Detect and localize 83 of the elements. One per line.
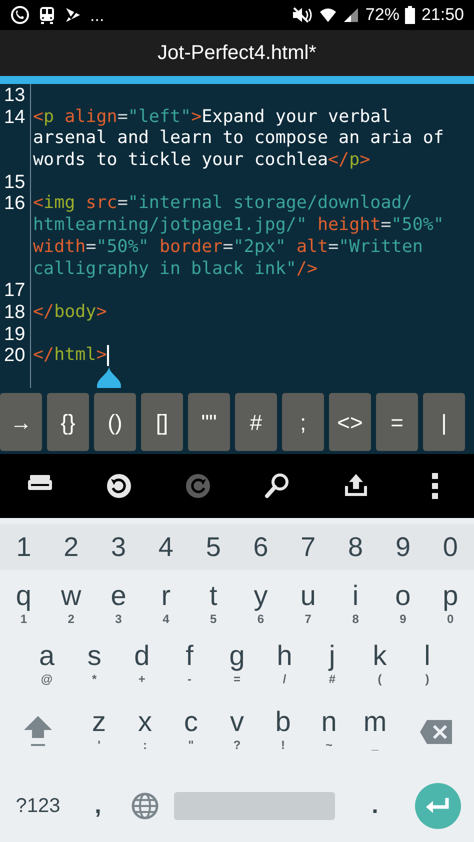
enter-icon: [425, 796, 451, 816]
letter-key[interactable]: c ": [168, 702, 214, 752]
letter-key[interactable]: l ): [404, 636, 452, 702]
letter-key[interactable]: m _: [352, 702, 398, 752]
globe-icon: [131, 792, 159, 820]
number-key[interactable]: 9: [379, 524, 427, 570]
symbol-key[interactable]: →: [0, 393, 42, 451]
symbol-key[interactable]: =: [376, 393, 418, 451]
overflow-indicator: ...: [90, 6, 104, 24]
window-title: Jot-Perfect4.html*: [158, 41, 316, 66]
mute-icon: [291, 6, 314, 24]
clock: 21:50: [421, 4, 464, 26]
cursor-handle-icon: [94, 366, 123, 388]
letter-key[interactable]: e 3: [94, 576, 142, 636]
line-number: 19: [3, 324, 26, 346]
symbols-key[interactable]: ?123: [0, 791, 76, 821]
symbol-key[interactable]: (): [94, 393, 136, 451]
line-number: 17: [3, 280, 26, 302]
comma-key[interactable]: ,: [76, 788, 120, 824]
number-key[interactable]: 3: [94, 524, 142, 570]
undo-icon[interactable]: [104, 472, 132, 500]
enter-key[interactable]: [415, 783, 461, 829]
letter-key[interactable]: i 8: [332, 576, 380, 636]
number-key[interactable]: 8: [332, 524, 380, 570]
letter-key[interactable]: g =: [213, 636, 261, 702]
line-number: 14: [3, 106, 26, 128]
letter-key[interactable]: j #: [308, 636, 356, 702]
symbol-key[interactable]: |: [423, 393, 465, 451]
battery-percent: 72%: [365, 4, 400, 26]
battery-icon: [405, 6, 416, 24]
letter-key[interactable]: f -: [166, 636, 214, 702]
line-number: 15: [3, 172, 26, 194]
period-key[interactable]: .: [335, 788, 415, 824]
number-key[interactable]: 4: [142, 524, 190, 570]
letter-key[interactable]: s *: [70, 636, 118, 702]
line-number: 18: [3, 302, 26, 324]
train-icon: [38, 5, 56, 25]
code-line: <p align="left">Expand your verbal: [32, 106, 392, 128]
chat-icon: [10, 5, 30, 25]
number-key[interactable]: 0: [426, 524, 474, 570]
symbol-key[interactable]: #: [235, 393, 277, 451]
line-number: 13: [3, 85, 26, 107]
letter-key[interactable]: r 4: [142, 576, 190, 636]
code-line: arsenal and learn to compose an aria of: [32, 128, 444, 150]
letter-key[interactable]: a @: [23, 636, 71, 702]
number-key[interactable]: 5: [190, 524, 238, 570]
number-key[interactable]: 7: [284, 524, 332, 570]
code-line: <img src="internal storage/download/: [32, 193, 412, 216]
wifi-icon: [319, 6, 338, 24]
letter-key[interactable]: h /: [260, 636, 308, 702]
letter-key[interactable]: w 2: [47, 576, 95, 636]
code-line: htmlearning/jotpage1.jpg/" height="50%": [32, 215, 444, 237]
letter-key[interactable]: t 5: [190, 576, 238, 636]
letter-key[interactable]: p 0: [426, 576, 474, 636]
number-key[interactable]: 6: [237, 524, 284, 570]
number-key[interactable]: 2: [47, 524, 95, 570]
code-line: words to tickle your cochlea</p>: [32, 150, 370, 172]
search-icon[interactable]: [262, 472, 290, 500]
symbol-key[interactable]: {}: [47, 393, 89, 451]
code-line: calligraphy in black ink"/>: [32, 258, 318, 280]
letter-key[interactable]: x :: [122, 702, 168, 752]
number-key[interactable]: 1: [0, 524, 48, 570]
line-number: 20: [3, 345, 26, 367]
symbol-key[interactable]: []: [141, 393, 183, 451]
code-line: </html>: [30, 345, 109, 367]
letter-key[interactable]: v ?: [214, 702, 260, 752]
letter-key[interactable]: z ': [76, 702, 122, 752]
code-line: </body>: [32, 302, 107, 324]
letter-key[interactable]: k (: [356, 636, 404, 702]
letter-key[interactable]: n ~: [306, 702, 352, 752]
backspace-icon: [419, 719, 453, 745]
letter-key[interactable]: y 6: [237, 576, 284, 636]
symbol-key[interactable]: "": [188, 393, 230, 451]
code-line: width="50%" border="2px" alt="Written: [32, 236, 423, 258]
line-number: 16: [3, 193, 26, 216]
symbol-key[interactable]: <>: [329, 393, 371, 451]
letter-key[interactable]: b !: [260, 702, 306, 752]
letter-key[interactable]: d +: [118, 636, 166, 702]
signal-icon: [343, 7, 360, 23]
letter-key[interactable]: u 7: [284, 576, 332, 636]
letter-key[interactable]: o 9: [379, 576, 427, 636]
letter-key[interactable]: q 1: [0, 576, 48, 636]
symbol-key[interactable]: ;: [282, 393, 324, 451]
